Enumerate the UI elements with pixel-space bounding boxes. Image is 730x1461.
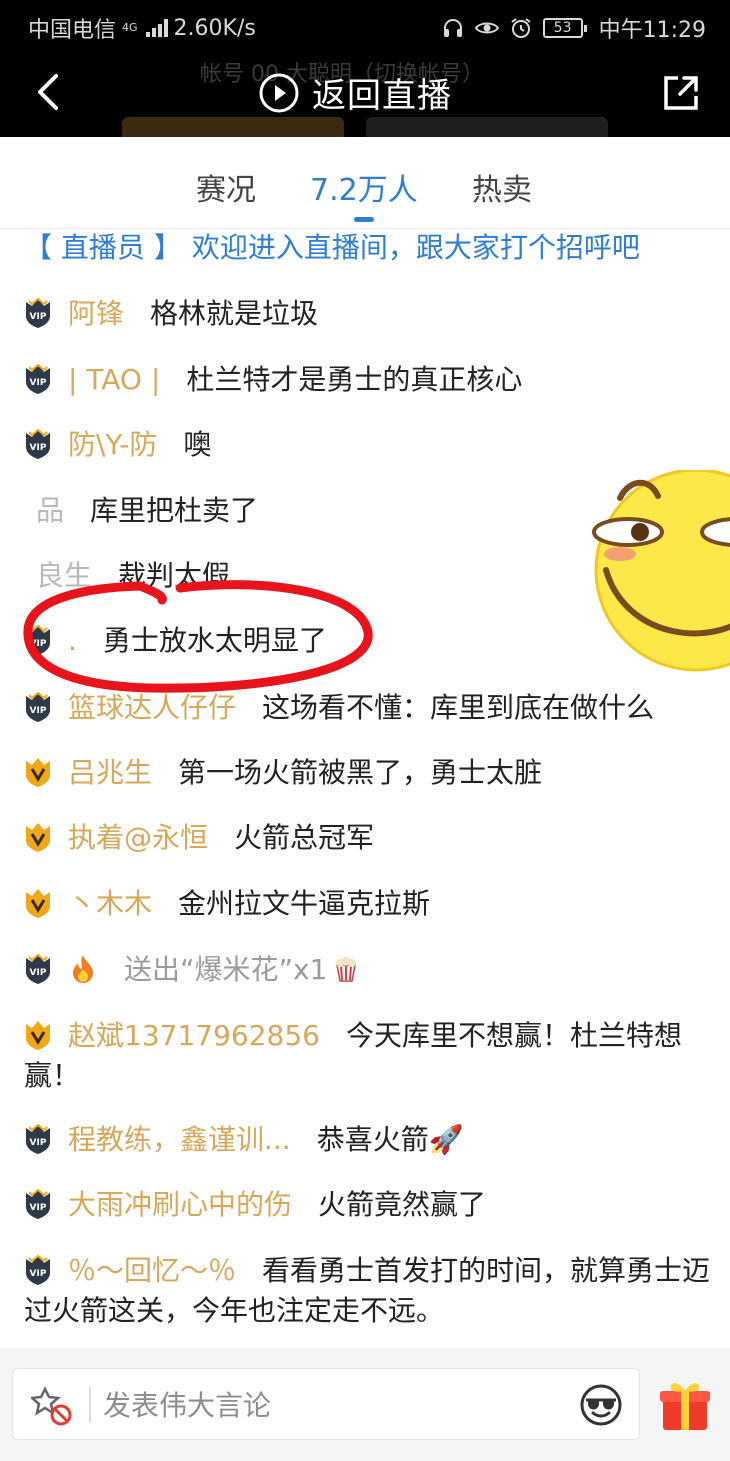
v-badge-icon — [24, 757, 52, 787]
tab-match-status[interactable]: 赛况 — [196, 165, 256, 209]
sunglasses-emoji-icon[interactable] — [579, 1383, 623, 1427]
alarm-icon — [510, 18, 531, 38]
user-nickname[interactable]: 大雨冲刷心中的伤 — [68, 1188, 292, 1221]
vip-badge-icon — [24, 364, 52, 394]
system-tag: 【 直播员 】 — [24, 231, 182, 264]
eye-icon — [474, 22, 499, 34]
vip-badge-icon — [24, 1124, 52, 1154]
chat-message: 程教练，鑫谨训... 恭喜火箭🚀 — [24, 1120, 714, 1160]
battery-indicator: 53 — [542, 18, 587, 38]
status-bar: 中国电信 4G 2.60K/s 53 中午11:29 — [0, 0, 730, 52]
message-text: 金州拉文牛逼克拉斯 — [178, 887, 431, 920]
signal-icon — [145, 19, 168, 37]
user-nickname[interactable]: | TAO | — [68, 363, 160, 396]
v-badge-icon — [24, 1020, 52, 1050]
fire-icon — [73, 955, 93, 983]
play-circle-icon — [259, 73, 299, 112]
chat-message: 丶木木 金州拉文牛逼克拉斯 — [24, 884, 714, 924]
header-title: 返回直播 — [312, 76, 452, 116]
background-card — [122, 117, 344, 139]
tab-viewers[interactable]: 7.2万人 — [310, 165, 418, 209]
comment-input-box — [12, 1368, 640, 1440]
user-nickname[interactable]: 篮球达人仔仔 — [68, 691, 236, 724]
active-tab-indicator — [354, 217, 374, 222]
chat-message: 篮球达人仔仔 这场看不懂：库里到底在做什么 — [24, 688, 714, 728]
share-icon[interactable] — [662, 74, 700, 112]
v-badge-icon — [24, 888, 52, 918]
chat-message: ％～回忆～％ 看看勇士首发打的时间，就算勇士迈过火箭这关，今年也注定走不远。 — [24, 1251, 714, 1331]
network-speed: 2.60K/s — [173, 15, 256, 41]
user-nickname[interactable]: 品 — [36, 494, 64, 527]
message-text: 第一场火箭被黑了，勇士太脏 — [178, 756, 543, 789]
message-text: 格林就是垃圾 — [150, 297, 319, 330]
message-text: 这场看不懂：库里到底在做什么 — [262, 691, 655, 724]
user-nickname[interactable]: . — [68, 624, 77, 657]
chat-message: 阿锋 格林就是垃圾 — [24, 294, 714, 334]
v-badge-icon — [24, 822, 52, 852]
message-text: 勇士放水太明显了 — [102, 624, 327, 657]
vip-badge-icon — [24, 1255, 52, 1285]
user-nickname[interactable]: 阿锋 — [68, 297, 124, 330]
back-arrow-icon[interactable] — [34, 72, 64, 112]
clock: 中午11:29 — [598, 18, 706, 43]
user-nickname[interactable]: 程教练，鑫谨训... — [68, 1123, 291, 1156]
user-nickname[interactable]: 吕兆生 — [68, 756, 152, 789]
message-text: 欢迎进入直播间，跟大家打个招呼吧 — [191, 231, 640, 264]
user-nickname[interactable]: 赵斌13717962856 — [68, 1019, 320, 1052]
vip-badge-icon — [24, 954, 52, 984]
user-nickname[interactable]: ％～回忆～％ — [68, 1254, 236, 1287]
message-text: 火箭竟然赢了 — [318, 1188, 487, 1221]
chat-message: 防\Y-防噢 — [24, 425, 714, 465]
gift-box-icon[interactable] — [658, 1378, 712, 1432]
comment-input[interactable] — [103, 1383, 573, 1427]
message-text: 裁判太假 — [118, 559, 231, 592]
gift-text: 送出“爆米花”x1 — [124, 953, 328, 986]
popcorn-icon — [336, 956, 357, 982]
message-text: 噢 — [183, 428, 212, 461]
return-live-button[interactable]: 返回直播 — [258, 68, 452, 117]
vip-badge-icon — [24, 692, 52, 722]
gift-message: 送出“爆米花”x1 — [24, 950, 714, 990]
network-type: 4G — [122, 21, 138, 34]
user-nickname[interactable]: 丶木木 — [68, 887, 152, 920]
message-text: 恭喜火箭🚀 — [316, 1123, 464, 1156]
input-divider — [89, 1387, 91, 1423]
chat-message: 大雨冲刷心中的伤 火箭竟然赢了 — [24, 1185, 714, 1225]
system-message: 【 直播员 】欢迎进入直播间，跟大家打个招呼吧 — [24, 228, 714, 268]
vip-badge-icon — [24, 625, 52, 655]
smirk-emoji-sticker — [592, 470, 730, 672]
user-nickname[interactable]: 执着@永恒 — [68, 821, 208, 854]
message-text: 杜兰特才是勇士的真正核心 — [186, 363, 523, 396]
headphone-icon — [443, 19, 462, 37]
vip-badge-icon — [24, 429, 52, 459]
chat-message: 赵斌13717962856 今天库里不想赢！杜兰特想赢！ — [24, 1016, 714, 1096]
chat-message: 执着@永恒 火箭总冠军 — [24, 818, 714, 858]
tab-hot-sale[interactable]: 热卖 — [472, 165, 532, 209]
tab-bar: 赛况 7.2万人 热卖 — [0, 137, 730, 229]
vip-badge-icon — [24, 298, 52, 328]
chat-message: | TAO | 杜兰特才是勇士的真正核心 — [24, 360, 714, 400]
top-bar: 中国电信 4G 2.60K/s 53 中午11:29 帐号 00 大聪明（切换帐… — [0, 0, 730, 139]
comment-bar — [0, 1348, 730, 1461]
carrier-label: 中国电信 — [28, 18, 117, 43]
user-nickname[interactable]: 良生 — [36, 559, 92, 592]
vip-badge-icon — [24, 1189, 52, 1219]
user-nickname[interactable]: 防\Y-防 — [68, 428, 157, 461]
message-text: 库里把杜卖了 — [90, 494, 259, 527]
no-barrage-icon[interactable] — [31, 1385, 73, 1427]
background-card — [366, 117, 608, 139]
chat-message: 吕兆生 第一场火箭被黑了，勇士太脏 — [24, 753, 714, 793]
message-text: 火箭总冠军 — [234, 821, 375, 854]
